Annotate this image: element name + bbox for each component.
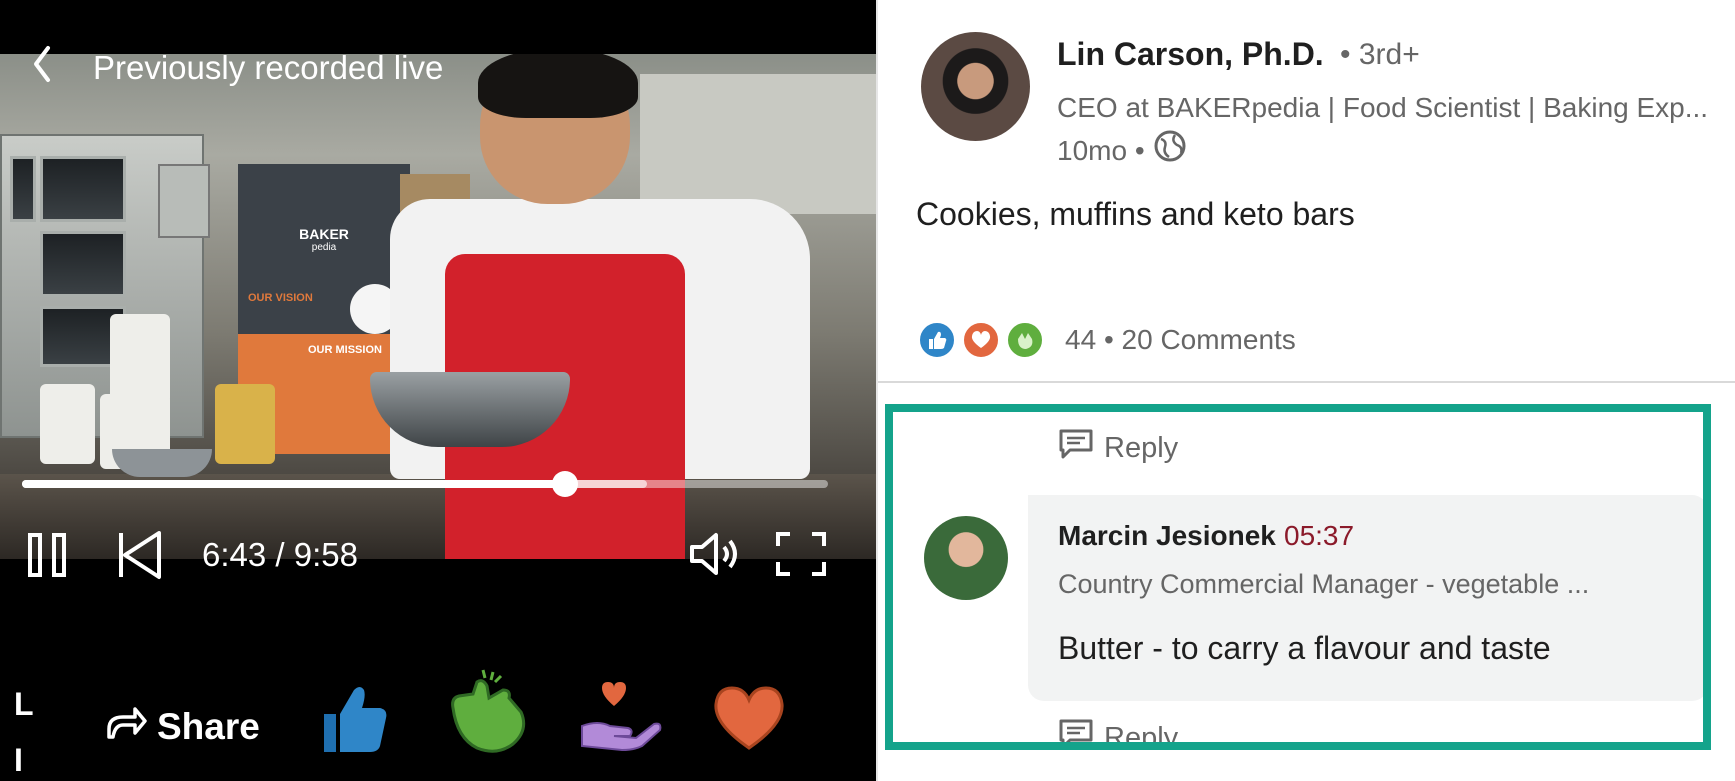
side-letter: L: [14, 686, 34, 722]
banner-brand-sub: pedia: [311, 242, 337, 253]
thumbs-up-icon[interactable]: [318, 680, 390, 756]
video-title: Previously recorded live: [93, 49, 444, 86]
heart-icon: [962, 321, 1000, 359]
pause-icon[interactable]: [26, 531, 70, 579]
post-age: 10mo •: [1057, 134, 1145, 166]
video-player[interactable]: BAKER pedia OUR VISION OUR MISSION Previ…: [0, 0, 876, 781]
small-bowl: [112, 449, 212, 477]
progress-scrubber[interactable]: [552, 471, 578, 497]
clapping-hands-icon: [1006, 321, 1044, 359]
section-divider: [878, 381, 1735, 383]
reaction-icons[interactable]: [918, 321, 1050, 359]
connection-degree: • 3rd+: [1340, 38, 1420, 71]
cabinet-drawer: [40, 156, 126, 222]
time-readout: 6:43 / 9:58: [202, 536, 358, 573]
comment-count[interactable]: • 20 Comments: [1104, 324, 1296, 355]
cabinet-drawer: [10, 156, 36, 222]
social-counts[interactable]: 44 • 20 Comments: [1065, 322, 1296, 358]
author-name[interactable]: Lin Carson, Ph.D.: [1057, 34, 1324, 74]
banner-brand: BAKER: [299, 226, 349, 242]
thumbs-up-icon: [918, 321, 956, 359]
banner-mission: OUR MISSION: [308, 344, 382, 356]
control-panel: [158, 164, 210, 238]
banner-vision: OUR VISION: [248, 292, 313, 304]
volume-icon[interactable]: [688, 531, 744, 577]
skip-back-icon[interactable]: [115, 529, 163, 581]
author-avatar[interactable]: [921, 32, 1030, 141]
share-label: Share: [157, 706, 260, 747]
wall-background: [640, 74, 876, 214]
side-letters: L I: [14, 676, 34, 781]
share-arrow-icon: [105, 705, 147, 750]
video-top-bar: [0, 0, 876, 54]
author-headline: CEO at BAKERpedia | Food Scientist | Bak…: [1057, 92, 1709, 123]
progress-fill: [22, 480, 565, 488]
share-button[interactable]: Share: [105, 702, 260, 752]
post-text: Cookies, muffins and keto bars: [916, 196, 1355, 232]
chevron-left-icon[interactable]: [30, 44, 56, 86]
comment-highlight-frame: [885, 404, 1711, 750]
cabinet-drawer: [40, 231, 126, 297]
heart-in-hand-icon[interactable]: [578, 680, 664, 752]
post-meta: 10mo •: [1057, 129, 1187, 172]
globe-icon: [1153, 129, 1187, 172]
clapping-hands-icon[interactable]: [443, 668, 531, 756]
side-letter: I: [14, 742, 23, 778]
heart-icon[interactable]: [712, 686, 786, 752]
oil-bottle: [215, 384, 275, 464]
chef-hair: [478, 54, 638, 118]
fullscreen-icon[interactable]: [774, 530, 828, 578]
reaction-count[interactable]: 44: [1065, 324, 1096, 355]
ingredient-jar: [40, 384, 95, 464]
ingredient-jar: [110, 314, 170, 404]
